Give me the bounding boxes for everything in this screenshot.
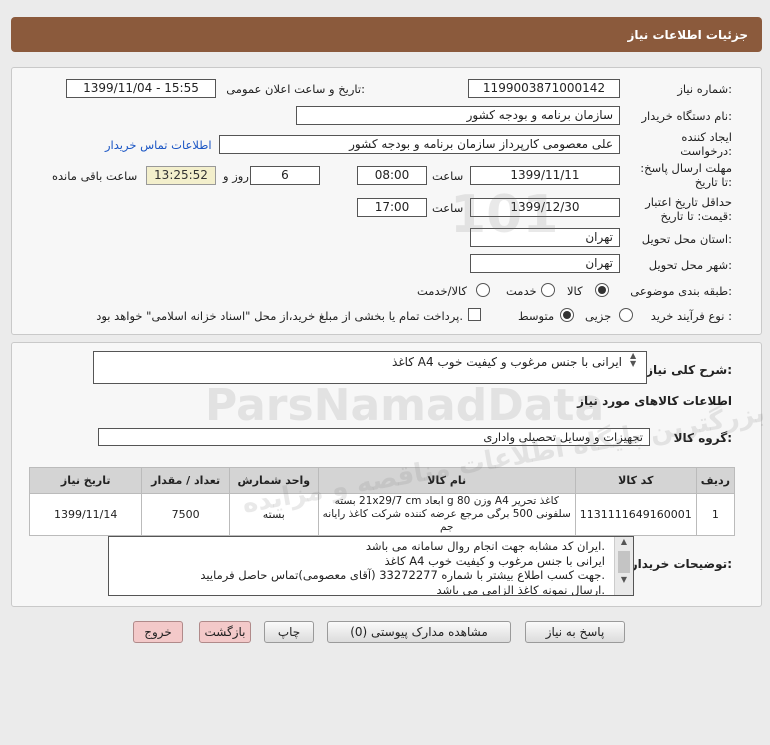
province-label: استان محل تحویل: (641, 232, 732, 246)
reply-button[interactable]: پاسخ به نیاز (525, 621, 625, 643)
buyer-org-label: نام دستگاه خریدار: (641, 109, 732, 123)
buyer-note-line: ارسال نمونه کاغذ الزامی می باشد. (436, 582, 605, 596)
cell-name: کاغذ تحریر A4 وزن 80 g ابعاد 21x29/7 cm … (317, 493, 576, 536)
page-title: جزئیات اطلاعات نیاز (627, 28, 748, 42)
cell-row-number: 1 (695, 493, 736, 536)
buyer-notes-label: توضیحات خریدار: (630, 557, 732, 571)
validity-time-field: 17:00 (357, 198, 427, 217)
summary-text: کاغذ A4 ایرانی با جنس مرغوب و کیفیت خوب (392, 355, 622, 369)
buyer-notes-field[interactable]: ایران کد مشابه جهت انجام روال سامانه می … (108, 536, 634, 596)
validity-time-label: ساعت (432, 201, 464, 215)
cell-code: 1131111649160001 (574, 493, 697, 536)
category-option-goods-service: کالا/خدمت (417, 284, 468, 298)
col-header-name: نام کالا (317, 467, 576, 494)
print-button[interactable]: چاپ (264, 621, 314, 643)
announce-date-field: 1399/11/04 - 15:55 (66, 79, 216, 98)
table-header-row: ردیف کد کالا نام کالا واحد شمارش تعداد /… (28, 467, 736, 494)
cell-unit: بسته (228, 493, 319, 536)
goods-group-field: تجهیزات و وسایل تحصیلی واداری (98, 428, 650, 446)
category-option-service: خدمت (506, 284, 537, 298)
summary-label: شرح کلی نیاز: (646, 363, 732, 377)
creator-field: علی معصومی کارپرداز سازمان برنامه و بودج… (219, 135, 620, 154)
process-label: نوع فرآیند خرید : (650, 309, 732, 323)
city-field: تهران (470, 254, 620, 273)
deadline-date-field: 1399/11/11 (470, 166, 620, 185)
creator-label: ایجاد کننده درخواست: (680, 130, 732, 158)
process-radio-minor[interactable] (619, 308, 633, 322)
days-remaining-field: 6 (250, 166, 320, 185)
deadline-label: مهلت ارسال پاسخ: تا تاریخ: (640, 161, 732, 189)
province-field: تهران (470, 228, 620, 247)
cell-date: 1399/11/14 (28, 493, 143, 536)
col-header-qty: تعداد / مقدار (141, 467, 230, 494)
process-radio-medium[interactable] (560, 308, 574, 322)
treasury-payment-checkbox[interactable] (468, 308, 481, 321)
buyer-contact-link[interactable]: اطلاعات تماس خریدار (105, 138, 212, 152)
scroll-up-icon[interactable]: ▲ (615, 537, 633, 549)
category-radio-goods[interactable] (595, 283, 609, 297)
city-label: شهر محل تحویل: (648, 258, 732, 272)
exit-button[interactable]: خروج (133, 621, 183, 643)
col-header-code: کد کالا (574, 467, 697, 494)
category-label: طبقه بندی موضوعی: (630, 284, 732, 298)
table-row: 1 1131111649160001 کاغذ تحریر A4 وزن 80 … (28, 493, 736, 536)
buyer-note-line: کاغذ A4 ایرانی با جنس مرغوب و کیفیت خوب (384, 553, 605, 568)
category-option-goods: کالا (567, 284, 583, 298)
goods-info-title: اطلاعات کالاهای مورد نیاز (577, 394, 732, 408)
buyer-note-line: جهت کسب اطلاع بیشتر با شماره 33272277 (آ… (200, 568, 605, 582)
cell-qty: 7500 (141, 493, 230, 536)
deadline-time-label: ساعت (432, 169, 464, 183)
need-number-field: 1199003871000142 (468, 79, 620, 98)
buyer-org-field: سازمان برنامه و بودجه کشور (296, 106, 620, 125)
col-header-row-number: ردیف (695, 467, 736, 494)
validity-label: حداقل تاریخ اعتبار قیمت: تا تاریخ: (645, 195, 732, 223)
resize-arrows-icon[interactable]: ▲ ▼ (630, 352, 636, 368)
process-option-medium: متوسط (518, 309, 555, 323)
scroll-thumb[interactable] (618, 551, 630, 573)
buyer-note-line: ایران کد مشابه جهت انجام روال سامانه می … (365, 539, 605, 553)
col-header-date: تاریخ نیاز (28, 467, 143, 494)
need-number-label: شماره نیاز: (677, 82, 732, 96)
notes-scrollbar[interactable]: ▲ ▼ (614, 537, 633, 595)
announce-date-label: تاریخ و ساعت اعلان عمومی: (226, 82, 365, 96)
countdown-timer: 13:25:52 (146, 166, 216, 185)
scroll-down-icon[interactable]: ▼ (615, 575, 633, 584)
back-button[interactable]: بازگشت (199, 621, 251, 643)
days-and-label: روز و (223, 169, 249, 183)
goods-table: ردیف کد کالا نام کالا واحد شمارش تعداد /… (28, 467, 736, 536)
validity-date-field: 1399/12/30 (470, 198, 620, 217)
page-header: جزئیات اطلاعات نیاز (11, 17, 762, 52)
treasury-payment-note: پرداخت تمام یا بخشی از مبلغ خرید،از محل … (96, 309, 463, 323)
remaining-label: ساعت باقی مانده (52, 169, 138, 183)
col-header-unit: واحد شمارش (228, 467, 319, 494)
process-option-minor: جزیی (585, 309, 612, 323)
goods-group-label: گروه کالا: (673, 431, 732, 445)
category-radio-service[interactable] (541, 283, 555, 297)
deadline-time-field: 08:00 (357, 166, 427, 185)
category-radio-goods-service[interactable] (476, 283, 490, 297)
summary-field: کاغذ A4 ایرانی با جنس مرغوب و کیفیت خوب (93, 351, 647, 384)
attachments-button[interactable]: مشاهده مدارک پیوستی (0) (327, 621, 511, 643)
